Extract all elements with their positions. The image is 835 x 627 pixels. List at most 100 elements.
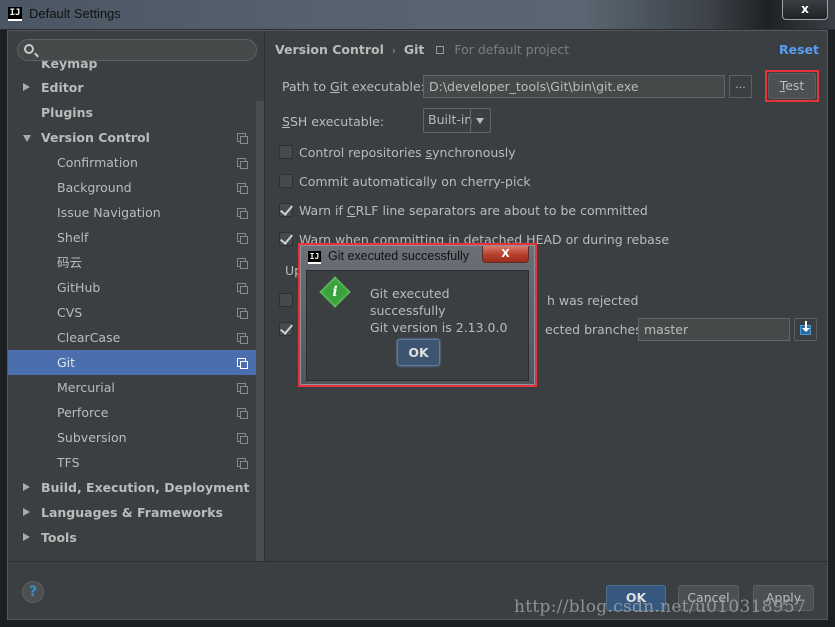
project-settings-icon — [237, 358, 248, 369]
modal-close-button[interactable]: X — [482, 246, 529, 263]
ssh-label-post: SH executable: — [289, 114, 385, 129]
sidebar-item-subversion[interactable]: Subversion — [8, 425, 256, 450]
protected-branches-checkbox[interactable] — [279, 322, 293, 336]
sidebar-item-label: Mercurial — [57, 380, 115, 395]
sidebar-item-label: Editor — [41, 80, 84, 95]
sidebar-item-keymap[interactable]: Keymap — [8, 61, 256, 75]
modal-message-line1: Git executed successfully — [370, 286, 450, 318]
settings-sidebar: Keymap Editor Plugins Version Control Confir… — [8, 31, 265, 561]
sidebar-item-label: Plugins — [41, 105, 93, 120]
sidebar-item-tools[interactable]: Tools — [8, 525, 256, 550]
sidebar-item-label: Tools — [41, 530, 77, 545]
sidebar-item-shelf[interactable]: Shelf — [8, 225, 256, 250]
sidebar-item-perforce[interactable]: Perforce — [8, 400, 256, 425]
sidebar-item-issue-navigation[interactable]: Issue Navigation — [8, 200, 256, 225]
project-settings-icon — [237, 233, 248, 244]
sidebar-item-label: CVS — [57, 305, 83, 320]
breadcrumb: Version Control › Git For default projec… — [275, 42, 569, 57]
info-icon: i — [319, 276, 351, 308]
download-icon — [800, 321, 811, 335]
project-settings-icon — [237, 308, 248, 319]
sidebar-item-tfs[interactable]: TFS — [8, 450, 256, 475]
window-close-button[interactable]: x — [782, 0, 828, 20]
checkbox[interactable] — [279, 145, 293, 159]
ssh-executable-dropdown[interactable]: Built-in — [423, 108, 491, 133]
sidebar-item-label: Git — [57, 355, 76, 370]
expand-arrow-right-icon[interactable] — [23, 508, 30, 516]
sidebar-item-label: Perforce — [57, 405, 109, 420]
modal-body: i Git executed successfully Git version … — [306, 270, 529, 381]
sidebar-item-label: Languages & Frameworks — [41, 505, 223, 520]
modal-message-line2: Git version is 2.13.0.0 — [370, 320, 508, 335]
checkbox[interactable] — [279, 232, 293, 246]
sidebar-item-label: Build, Execution, Deployment — [41, 480, 250, 495]
expand-arrow-right-icon[interactable] — [23, 483, 30, 491]
watermark: http://blog.csdn.net/u010318957 — [514, 597, 807, 617]
push-rejected-checkbox[interactable] — [279, 293, 293, 307]
sidebar-item-plugins[interactable]: Plugins — [8, 100, 256, 125]
sidebar-item-confirmation[interactable]: Confirmation — [8, 150, 256, 175]
checkbox-label: Commit automatically on cherry-pick — [299, 173, 531, 191]
checkbox[interactable] — [279, 174, 293, 188]
expand-arrow-right-icon[interactable] — [23, 533, 30, 541]
sidebar-item-cvs[interactable]: CVS — [8, 300, 256, 325]
git-path-label: Path to Git executable: — [282, 79, 425, 94]
git-path-label-pre: Path to — [282, 79, 330, 94]
sidebar-item-version-control[interactable]: Version Control — [8, 125, 256, 150]
project-settings-icon — [237, 408, 248, 419]
sidebar-scrollbar[interactable] — [256, 101, 264, 561]
intellij-app-icon: IJ — [308, 251, 321, 264]
git-path-label-mnemonic: G — [329, 79, 340, 94]
checkbox-label: Control repositories synchronously — [299, 144, 516, 162]
git-path-label-post: it executable: — [339, 79, 425, 94]
sidebar-item-码云[interactable]: 码云 — [8, 250, 256, 275]
sidebar-item-label: 码云 — [57, 255, 83, 270]
window-titlebar: IJ Default Settings x — [0, 0, 835, 30]
project-settings-icon — [237, 133, 248, 144]
expand-arrow-right-icon[interactable] — [23, 83, 30, 91]
sidebar-item-label: TFS — [57, 455, 80, 470]
sidebar-item-label: GitHub — [57, 280, 101, 295]
browse-button[interactable]: ... — [729, 75, 752, 98]
modal-title: Git executed successfully — [328, 249, 470, 263]
scope-note: For default project — [454, 42, 570, 57]
breadcrumb-parent: Version Control — [275, 42, 384, 57]
project-settings-icon — [237, 383, 248, 394]
project-scope-icon — [436, 46, 445, 54]
project-settings-icon — [237, 283, 248, 294]
sidebar-item-mercurial[interactable]: Mercurial — [8, 375, 256, 400]
expand-arrow-down-icon[interactable] — [23, 135, 31, 142]
info-glyph: i — [332, 284, 338, 300]
ssh-selected-value: Built-in — [428, 112, 473, 127]
git-path-input[interactable]: D:\developer_tools\Git\bin\git.exe — [423, 75, 725, 98]
sidebar-item-label: Keymap — [41, 61, 98, 71]
sidebar-item-background[interactable]: Background — [8, 175, 256, 200]
sidebar-item-label: Issue Navigation — [57, 205, 161, 220]
sidebar-item-label: Shelf — [57, 230, 89, 245]
project-settings-icon — [237, 433, 248, 444]
sidebar-item-clearcase[interactable]: ClearCase — [8, 325, 256, 350]
settings-tree: Keymap Editor Plugins Version Control Confir… — [8, 61, 256, 550]
sidebar-item-git[interactable]: Git — [8, 350, 256, 375]
sidebar-item-languages-frameworks[interactable]: Languages & Frameworks — [8, 500, 256, 525]
settings-search-input[interactable] — [17, 39, 257, 61]
load-branches-button[interactable] — [794, 318, 817, 341]
breadcrumb-current: Git — [403, 42, 425, 57]
sidebar-item-editor[interactable]: Editor — [8, 75, 256, 100]
highlight-box-test — [765, 70, 819, 102]
modal-ok-button[interactable]: OK — [397, 339, 440, 366]
ssh-label-mnemonic: S — [282, 114, 290, 129]
checkbox-label-post: ynchronously — [432, 145, 516, 160]
checkbox-label-pre: Commit automatically on cherry-pick — [299, 174, 531, 189]
chevron-down-icon — [476, 118, 484, 124]
breadcrumb-separator: › — [391, 46, 396, 57]
help-button[interactable]: ? — [22, 581, 44, 603]
project-settings-icon — [237, 458, 248, 469]
sidebar-item-build-execution-deployment[interactable]: Build, Execution, Deployment — [8, 475, 256, 500]
sidebar-item-label: Confirmation — [57, 155, 138, 170]
protected-branches-input[interactable]: master — [638, 318, 790, 341]
sidebar-item-github[interactable]: GitHub — [8, 275, 256, 300]
reset-link[interactable]: Reset — [779, 42, 819, 57]
sidebar-item-label: Subversion — [57, 430, 127, 445]
checkbox[interactable] — [279, 203, 293, 217]
